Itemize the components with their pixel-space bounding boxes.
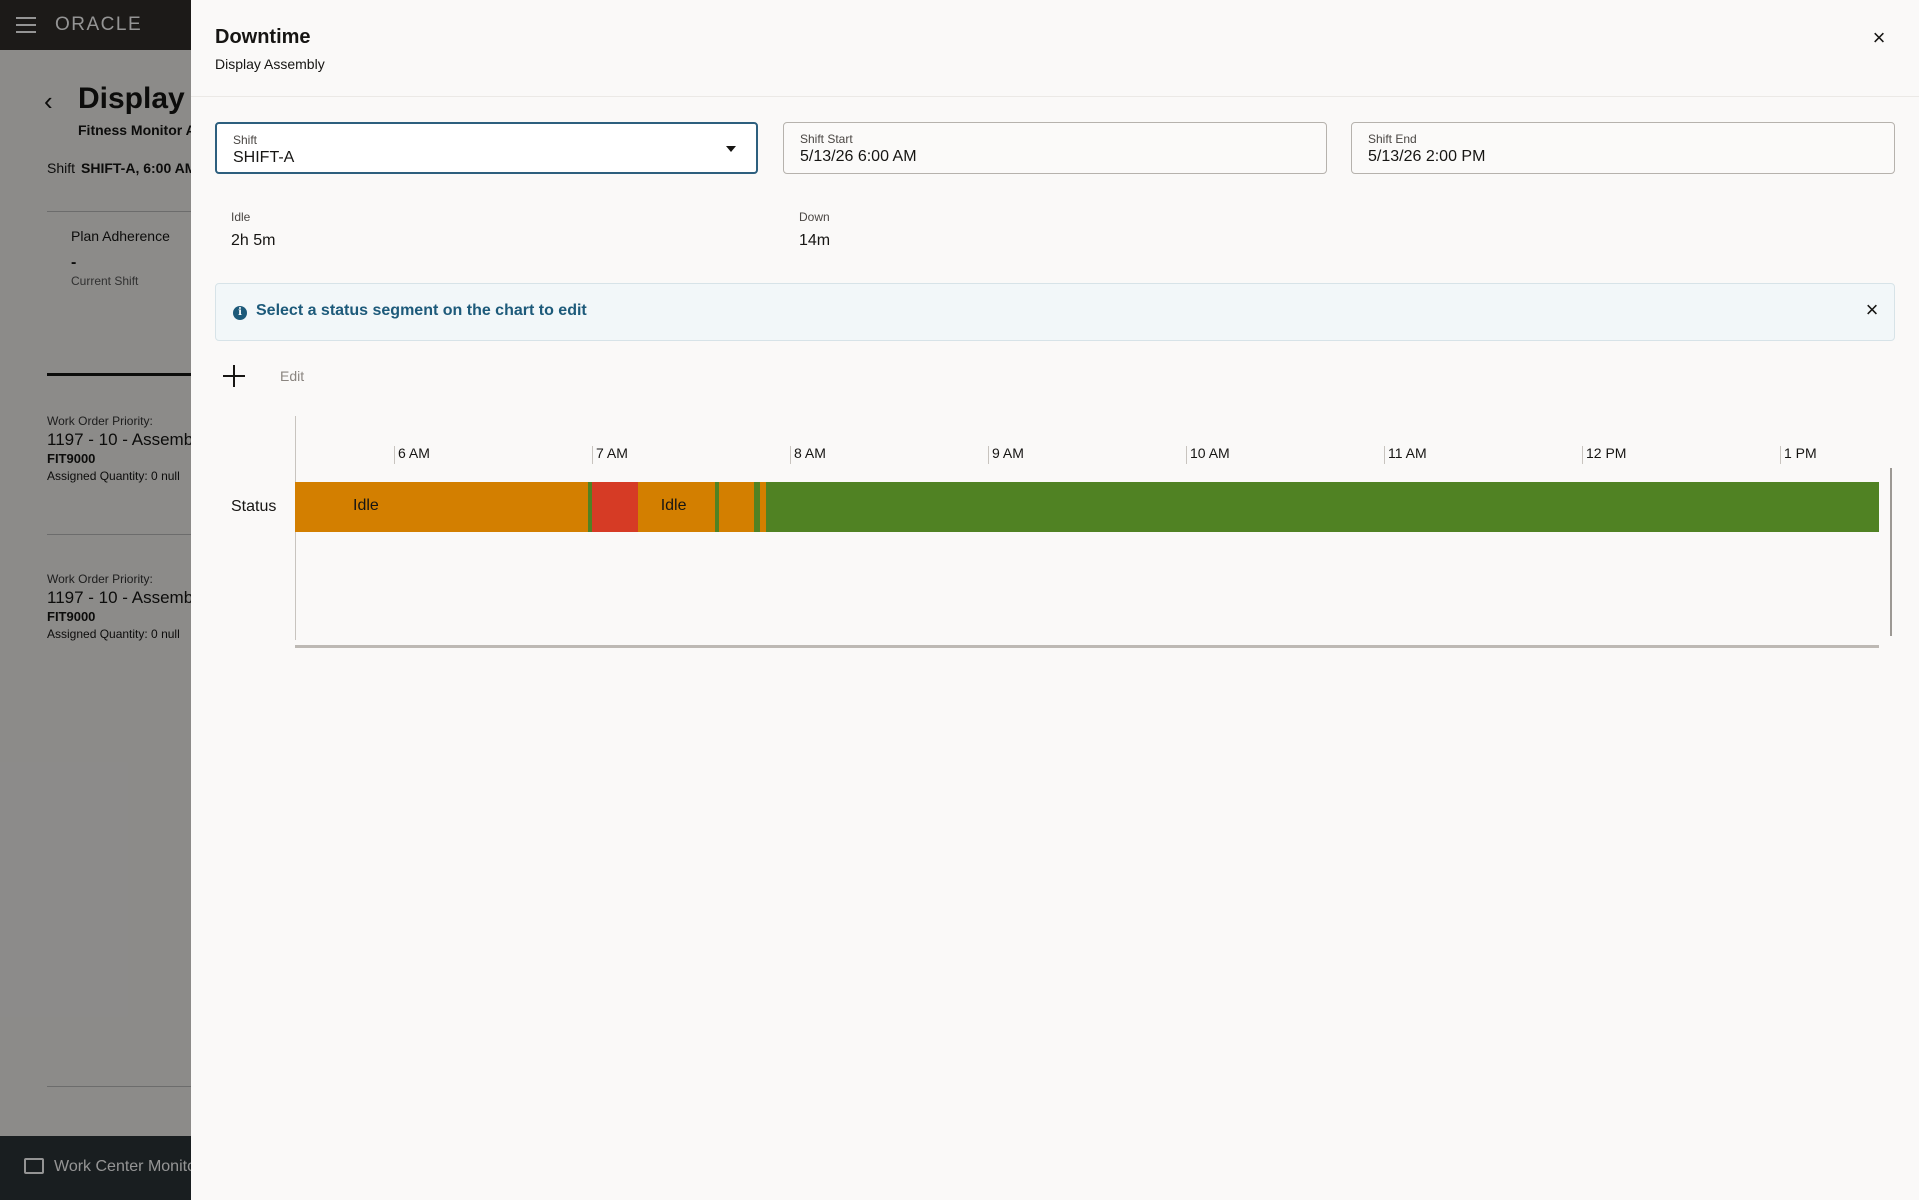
x-tick-label: 9 AM xyxy=(992,445,1024,461)
x-tick xyxy=(790,446,791,464)
status-segment-label: Idle xyxy=(660,497,687,514)
status-segment-idle[interactable] xyxy=(295,482,589,532)
x-tick-label: 1 PM xyxy=(1784,445,1817,461)
chevron-down-icon[interactable] xyxy=(726,146,736,152)
down-label: Down xyxy=(799,210,830,224)
x-tick-label: 7 AM xyxy=(596,445,628,461)
shift-start-field: Shift Start 5/13/26 6:00 AM xyxy=(783,122,1327,174)
x-tick xyxy=(1186,446,1187,464)
shift-end-label: Shift End xyxy=(1368,132,1417,146)
chart-x-axis xyxy=(295,645,1879,648)
close-banner-icon[interactable]: × xyxy=(1860,298,1884,322)
idle-label: Idle xyxy=(231,210,251,224)
status-segment-running[interactable] xyxy=(766,482,1879,532)
x-tick-label: 11 AM xyxy=(1388,445,1427,461)
status-segment-idle[interactable] xyxy=(718,482,755,532)
status-segment-down[interactable] xyxy=(592,482,638,532)
shift-end-value: 5/13/26 2:00 PM xyxy=(1368,148,1486,165)
shift-select[interactable]: Shift SHIFT-A xyxy=(215,122,758,174)
header-divider xyxy=(191,96,1919,97)
x-tick-label: 6 AM xyxy=(398,445,430,461)
down-metric: Down 14m xyxy=(799,210,830,250)
shift-select-label: Shift xyxy=(233,133,258,147)
shift-start-label: Shift Start xyxy=(800,132,853,146)
x-tick-label: 10 AM xyxy=(1190,445,1230,461)
x-tick xyxy=(988,446,989,464)
x-tick xyxy=(394,446,395,464)
drawer-subtitle: Display Assembly xyxy=(215,56,325,72)
info-banner-message: Select a status segment on the chart to … xyxy=(256,302,587,319)
status-segment-label: Idle xyxy=(353,497,379,514)
edit-button[interactable]: Edit xyxy=(280,368,304,384)
status-timeline-chart: Status 6 AM 7 AM 8 AM 9 AM 10 AM 11 AM 12 PM 1 … xyxy=(191,410,1919,660)
add-icon[interactable] xyxy=(223,364,247,388)
x-tick-label: 8 AM xyxy=(794,445,826,461)
shift-start-value: 5/13/26 6:00 AM xyxy=(800,148,917,165)
x-tick-label: 12 PM xyxy=(1586,445,1627,461)
x-tick xyxy=(1582,446,1583,464)
status-row-label: Status xyxy=(231,498,277,515)
x-tick xyxy=(1384,446,1385,464)
down-value: 14m xyxy=(799,232,831,249)
close-icon[interactable]: × xyxy=(1867,26,1891,50)
info-icon: i xyxy=(233,306,247,320)
x-tick xyxy=(1780,446,1781,464)
info-banner: i Select a status segment on the chart t… xyxy=(215,283,1895,341)
x-tick xyxy=(592,446,593,464)
shift-end-field: Shift End 5/13/26 2:00 PM xyxy=(1351,122,1895,174)
chart-scrollbar[interactable] xyxy=(1890,468,1892,636)
downtime-drawer: Downtime Display Assembly × Shift SHIFT-… xyxy=(191,0,1919,1200)
shift-select-value: SHIFT-A xyxy=(233,149,295,166)
drawer-title: Downtime xyxy=(215,26,311,48)
idle-value: 2h 5m xyxy=(231,232,276,249)
idle-metric: Idle 2h 5m xyxy=(231,210,275,250)
